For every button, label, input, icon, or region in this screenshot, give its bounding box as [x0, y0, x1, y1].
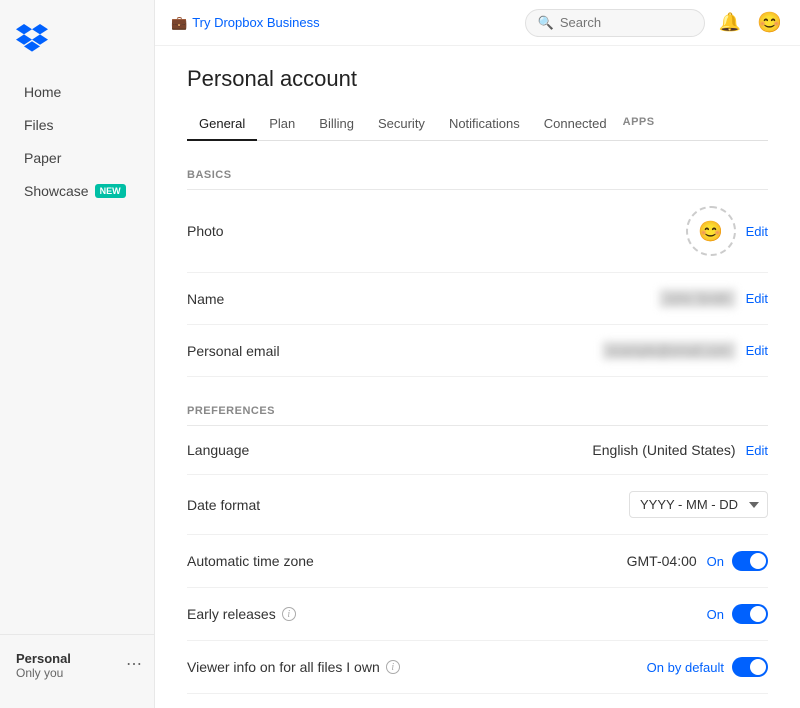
date-format-value-area: YYYY - MM - DD MM/DD/YYYY DD/MM/YYYY	[629, 491, 768, 518]
language-label: Language	[187, 442, 249, 458]
tab-connected[interactable]: Connected	[532, 108, 619, 141]
top-icons: 🔔 😊	[717, 8, 784, 37]
try-business-label: Try Dropbox Business	[192, 15, 319, 30]
sidebar-item-home[interactable]: Home	[8, 76, 146, 108]
sidebar-item-label: Showcase	[24, 183, 89, 199]
date-format-label: Date format	[187, 497, 260, 513]
photo-row: Photo 😊 Edit	[187, 190, 768, 273]
email-value: example@email.com	[602, 341, 736, 360]
timezone-row: Automatic time zone GMT-04:00 On	[187, 535, 768, 588]
sidebar-navigation: Home Files Paper Showcase New	[0, 75, 154, 634]
bell-icon-button[interactable]: 🔔	[717, 10, 743, 35]
language-edit-button[interactable]: Edit	[746, 443, 768, 458]
account-subtitle: Only you	[16, 666, 71, 680]
timezone-value-area: GMT-04:00 On	[627, 551, 768, 571]
sidebar: Home Files Paper Showcase New Personal O…	[0, 0, 155, 708]
account-name: Personal	[16, 651, 71, 666]
email-edit-button[interactable]: Edit	[746, 343, 768, 358]
viewer-info-toggle: On by default	[647, 657, 768, 677]
timezone-toggle-label: On	[707, 554, 724, 569]
tab-general[interactable]: General	[187, 108, 257, 141]
basics-section: BASICS Photo 😊 Edit Name John Smith Edit	[187, 161, 768, 377]
preferences-section: PREFERENCES Language English (United Sta…	[187, 397, 768, 708]
viewer-info-row: Viewer info on for all files I own i On …	[187, 641, 768, 694]
timezone-toggle-switch[interactable]	[732, 551, 768, 571]
name-label: Name	[187, 291, 224, 307]
name-row: Name John Smith Edit	[187, 273, 768, 325]
tab-billing[interactable]: Billing	[307, 108, 366, 141]
email-label: Personal email	[187, 343, 280, 359]
tab-security[interactable]: Security	[366, 108, 437, 141]
early-releases-info-icon: i	[282, 607, 296, 621]
photo-value-area: 😊 Edit	[686, 206, 768, 256]
photo-label: Photo	[187, 223, 224, 239]
sidebar-account-section: Personal Only you ⋯	[0, 634, 154, 692]
name-value: John Smith	[659, 289, 736, 308]
search-box[interactable]: 🔍	[525, 9, 705, 37]
tab-notifications[interactable]: Notifications	[437, 108, 532, 141]
early-releases-value-area: On	[707, 604, 768, 624]
tab-plan[interactable]: Plan	[257, 108, 307, 141]
timezone-toggle: On	[707, 551, 768, 571]
language-value-area: English (United States) Edit	[592, 442, 768, 458]
tab-apps: apps	[619, 108, 667, 141]
briefcase-icon: 💼	[171, 15, 187, 31]
sidebar-expand-button[interactable]: ⋯	[122, 650, 146, 678]
top-bar: 💼 Try Dropbox Business 🔍 🔔 😊	[155, 0, 800, 46]
main-content: 💼 Try Dropbox Business 🔍 🔔 😊 Personal ac…	[155, 0, 800, 708]
date-format-row: Date format YYYY - MM - DD MM/DD/YYYY DD…	[187, 475, 768, 535]
search-input[interactable]	[560, 15, 692, 30]
early-releases-toggle-switch[interactable]	[732, 604, 768, 624]
name-edit-button[interactable]: Edit	[746, 291, 768, 306]
basics-header: BASICS	[187, 161, 768, 190]
photo-circle: 😊	[686, 206, 736, 256]
date-format-select[interactable]: YYYY - MM - DD MM/DD/YYYY DD/MM/YYYY	[629, 491, 768, 518]
viewer-info-label: Viewer info on for all files I own i	[187, 659, 400, 675]
email-value-area: example@email.com Edit	[602, 341, 768, 360]
sidebar-item-showcase[interactable]: Showcase New	[8, 175, 146, 207]
dropbox-logo[interactable]	[0, 16, 154, 75]
photo-edit-button[interactable]: Edit	[746, 224, 768, 239]
viewer-info-toggle-switch[interactable]	[732, 657, 768, 677]
sidebar-item-paper[interactable]: Paper	[8, 142, 146, 174]
system-extension-row: Dropbox system extension i On	[187, 694, 768, 708]
sidebar-item-label: Home	[24, 84, 61, 100]
early-releases-toggle: On	[707, 604, 768, 624]
gmt-value: GMT-04:00	[627, 553, 697, 569]
try-business-link[interactable]: 💼 Try Dropbox Business	[171, 15, 320, 31]
email-row: Personal email example@email.com Edit	[187, 325, 768, 377]
tabs: General Plan Billing Security Notificati…	[187, 108, 768, 141]
viewer-info-icon: i	[386, 660, 400, 674]
viewer-info-value-area: On by default	[647, 657, 768, 677]
language-value: English (United States)	[592, 442, 735, 458]
avatar-button[interactable]: 😊	[755, 8, 784, 37]
sidebar-item-label: Files	[24, 117, 54, 133]
sidebar-item-files[interactable]: Files	[8, 109, 146, 141]
early-releases-label: Early releases i	[187, 606, 296, 622]
viewer-info-toggle-label: On by default	[647, 660, 724, 675]
page-content: Personal account General Plan Billing Se…	[155, 46, 800, 708]
early-releases-toggle-label: On	[707, 607, 724, 622]
search-icon: 🔍	[538, 15, 554, 31]
page-title: Personal account	[187, 66, 768, 92]
timezone-label: Automatic time zone	[187, 553, 314, 569]
language-row: Language English (United States) Edit	[187, 426, 768, 475]
sidebar-item-label: Paper	[24, 150, 61, 166]
preferences-header: PREFERENCES	[187, 397, 768, 426]
new-badge: New	[95, 184, 126, 198]
name-value-area: John Smith Edit	[659, 289, 768, 308]
early-releases-row: Early releases i On	[187, 588, 768, 641]
account-info: Personal Only you	[8, 643, 79, 684]
